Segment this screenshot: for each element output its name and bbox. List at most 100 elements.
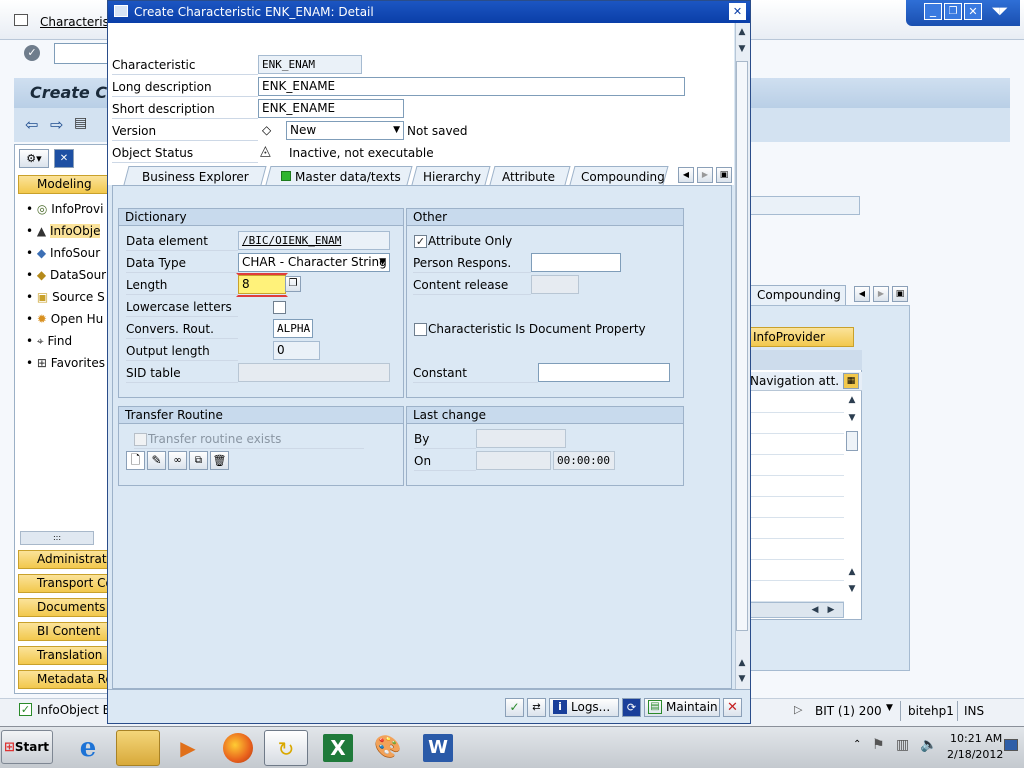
status-play-icon[interactable]: ▷ — [794, 703, 802, 716]
status-system[interactable]: BIT (1) 200 — [815, 704, 882, 718]
bg-hscroll-right-icon[interactable]: ▶ — [824, 603, 838, 617]
close-button[interactable]: ✕ — [964, 3, 982, 20]
tree-item[interactable]: • ⌖ Find — [26, 332, 108, 354]
forward-arrow-icon[interactable]: ⇨ — [50, 115, 63, 134]
short-description-input[interactable]: ENK_ENAME — [258, 99, 404, 118]
refresh-icon[interactable]: ⟳ — [622, 698, 641, 717]
create-icon[interactable]: 🗋 — [126, 451, 145, 470]
dialog-close-icon[interactable]: ✕ — [729, 3, 746, 20]
attribute-only-checkbox[interactable]: ✓ — [414, 235, 427, 248]
logs-button[interactable]: i Logs... — [549, 698, 619, 717]
output-length-field[interactable]: 0 — [273, 341, 320, 360]
splitter-handle[interactable]: ::: — [20, 531, 94, 545]
status-system-dropdown-icon[interactable]: ▼ — [886, 703, 893, 713]
chevron-down-icon[interactable]: ▼ — [379, 254, 386, 271]
convers-routine-field[interactable]: ALPHA — [273, 319, 313, 338]
document-property-checkbox[interactable] — [414, 323, 427, 336]
action-center-flag-icon[interactable]: ⚑ — [872, 737, 885, 753]
explorer-folder-icon[interactable] — [116, 730, 160, 766]
tab-scroll-right-icon[interactable]: ▶ — [697, 167, 713, 183]
scroll-up-icon-bottom[interactable]: ▲ — [735, 656, 749, 670]
tree-close-icon[interactable]: ✕ — [54, 149, 74, 168]
scroll-up-icon[interactable]: ▲ — [735, 25, 749, 39]
scroll-down-icon-bottom[interactable]: ▼ — [735, 672, 749, 686]
nav-button[interactable]: Metadata Re — [18, 670, 108, 689]
media-player-icon[interactable]: ▶ — [166, 730, 210, 766]
firefox-icon[interactable] — [216, 730, 260, 766]
copy-routine-icon[interactable]: ⧉ — [189, 451, 208, 470]
clock-date[interactable]: 2/18/2012 — [947, 748, 1003, 761]
enter-check-icon[interactable]: ✓ — [24, 45, 40, 61]
check-icon[interactable]: ✓ — [505, 698, 524, 717]
back-arrow-icon[interactable]: ⇦ — [25, 115, 38, 134]
data-type-select[interactable]: CHAR - Character String ▼ — [238, 253, 390, 272]
table-config-icon[interactable]: ▦ — [843, 373, 859, 389]
excel-icon[interactable]: X — [316, 730, 360, 766]
edit-pencil-icon[interactable]: ✎ — [147, 451, 166, 470]
lowercase-checkbox[interactable] — [273, 301, 286, 314]
table-icon[interactable]: ▤ — [74, 115, 87, 131]
chevron-down-icon[interactable]: ▼ — [393, 122, 400, 139]
tab-list-icon[interactable]: ▣ — [716, 167, 732, 183]
infoprovider-button[interactable]: InfoProvider — [750, 327, 854, 347]
ie-icon[interactable]: e — [66, 730, 110, 766]
nav-button[interactable]: Transport Co — [18, 574, 108, 593]
tree-item[interactable]: • ⊞ Favorites — [26, 354, 108, 376]
tab-scroll-left-icon[interactable]: ◀ — [678, 167, 694, 183]
nav-button[interactable]: BI Content — [18, 622, 108, 641]
person-responsible-label: Person Respons. — [413, 256, 512, 270]
bg-hscroll-left-icon[interactable]: ◀ — [808, 603, 822, 617]
network-icon[interactable]: ▥ — [896, 737, 909, 753]
scroll-thumb[interactable] — [736, 61, 748, 631]
tree-item[interactable]: • ◆ InfoSour — [26, 244, 108, 266]
data-element-field[interactable]: /BIC/OIENK_ENAM — [238, 231, 390, 250]
activate-icon[interactable]: ⇄ — [527, 698, 546, 717]
cancel-icon[interactable]: ✕ — [723, 698, 742, 717]
clock-time[interactable]: 10:21 AM — [950, 732, 1002, 745]
bg-scroll-up-icon[interactable]: ▲ — [845, 393, 859, 407]
paint-icon[interactable]: 🎨 — [366, 730, 410, 766]
tree-item[interactable]: • ▲ InfoObje — [26, 222, 108, 244]
maximize-button[interactable]: ❐ — [944, 3, 962, 20]
bg-menu-title[interactable]: Characteristi — [40, 15, 117, 29]
tray-expand-icon[interactable]: ⌃ — [853, 739, 861, 750]
bg-scroll-down-icon-2[interactable]: ▼ — [845, 582, 859, 596]
bg-tab-list-icon[interactable]: ▣ — [892, 286, 908, 302]
start-button[interactable]: ⊞Start — [1, 730, 53, 764]
delete-trash-icon[interactable]: 🗑 — [210, 451, 229, 470]
word-icon[interactable]: W — [416, 730, 460, 766]
nav-button[interactable]: Translation — [18, 646, 108, 665]
nav-button[interactable]: Documents — [18, 598, 108, 617]
nav-button[interactable]: Administratio — [18, 550, 108, 569]
changed-by-label: By — [414, 432, 430, 446]
short-description-label: Short description — [112, 102, 215, 116]
bg-tab-compounding[interactable]: Compounding — [750, 285, 846, 305]
tree-item[interactable]: • ▣ Source S — [26, 288, 108, 310]
bg-scroll-thumb[interactable] — [846, 431, 858, 451]
command-field[interactable] — [54, 43, 110, 64]
maintain-button[interactable]: ▤ Maintain — [644, 698, 720, 717]
bg-scroll-up-icon-2[interactable]: ▲ — [845, 565, 859, 579]
modeling-button[interactable]: Modeling — [18, 175, 108, 194]
changed-on-date-field — [476, 451, 551, 470]
person-responsible-input[interactable] — [531, 253, 621, 272]
long-description-input[interactable]: ENK_ENAME — [258, 77, 685, 96]
constant-input[interactable] — [538, 363, 670, 382]
tree-settings-icon[interactable]: ⚙▾ — [19, 149, 49, 168]
version-select[interactable]: New ▼ — [286, 121, 404, 140]
sap-logon-icon[interactable]: ↻ — [264, 730, 308, 766]
display-glasses-icon[interactable]: ∞ — [168, 451, 187, 470]
bg-tab-right-icon[interactable]: ▶ — [873, 286, 889, 302]
info-icon: i — [553, 700, 567, 714]
volume-icon[interactable]: 🔈 — [920, 737, 937, 753]
bg-scroll-down-icon[interactable]: ▼ — [845, 411, 859, 425]
show-desktop-button[interactable] — [1004, 739, 1018, 751]
scroll-down-icon[interactable]: ▼ — [735, 42, 749, 56]
tree-item[interactable]: • ◎ InfoProvi — [26, 200, 108, 222]
copy-icon[interactable]: ❐ — [285, 276, 301, 292]
tree-item[interactable]: • ◆ DataSour — [26, 266, 108, 288]
minimize-button[interactable]: _ — [924, 3, 942, 20]
length-input[interactable]: 8 — [238, 275, 286, 294]
bg-tab-left-icon[interactable]: ◀ — [854, 286, 870, 302]
tree-item[interactable]: • ✹ Open Hu — [26, 310, 108, 332]
